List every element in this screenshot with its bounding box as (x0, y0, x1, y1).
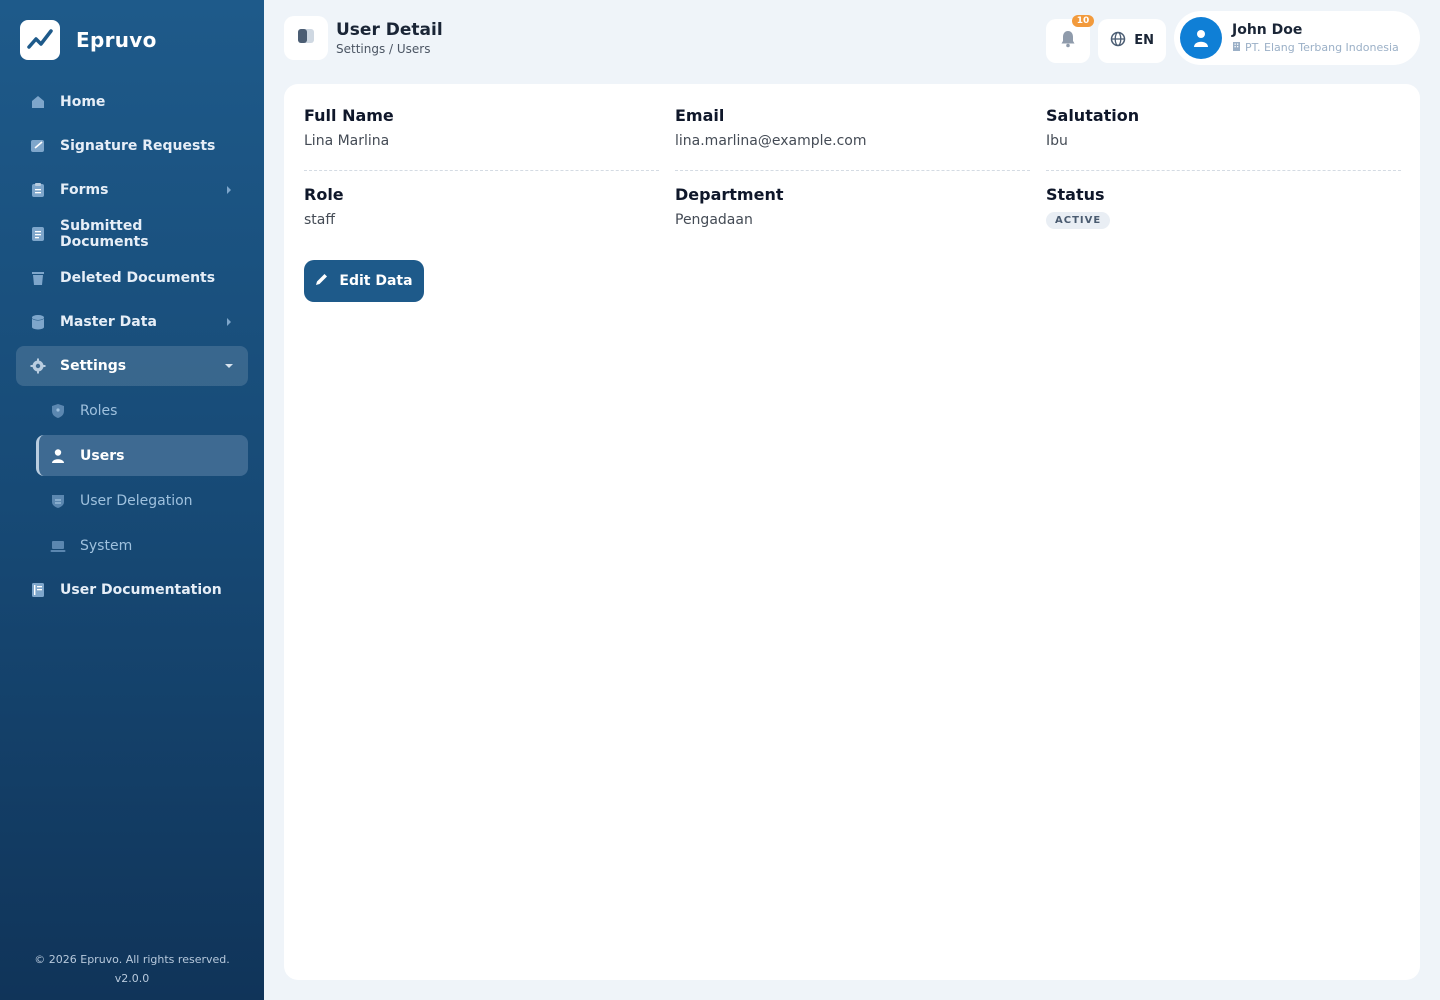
document-icon (30, 226, 46, 242)
sidebar-item-label: Users (80, 447, 125, 464)
sidebar-item-label: Settings (60, 358, 127, 374)
sidebar-item-forms[interactable]: Forms (16, 170, 248, 210)
sidebar-footer: © 2026 Epruvo. All rights reserved. v2.0… (0, 950, 264, 988)
sidebar-item-label: User Documentation (60, 582, 222, 598)
language-label: EN (1134, 33, 1154, 48)
user-menu[interactable]: John Doe PT. Elang Terbang Indonesia (1174, 11, 1420, 65)
sidebar-item-label: Master Data (60, 314, 157, 330)
sidebar: Epruvo Home Signature Requests Forms Sub… (0, 0, 264, 1000)
sidebar-item-home[interactable]: Home (16, 82, 248, 122)
sidebar-item-signature-requests[interactable]: Signature Requests (16, 126, 248, 166)
header-actions: 10 EN John Doe PT. Elang Terbang Indones… (1046, 11, 1420, 65)
sidebar-item-submitted-documents[interactable]: Submitted Documents (16, 214, 248, 254)
bell-icon (1060, 30, 1076, 52)
field-department: Department Pengadaan (675, 183, 1030, 250)
building-icon (1232, 41, 1241, 54)
shield-icon (50, 403, 66, 419)
sidebar-item-deleted-documents[interactable]: Deleted Documents (16, 258, 248, 298)
delegation-icon (50, 493, 66, 509)
field-value: Pengadaan (675, 212, 753, 228)
sidebar-item-label: Deleted Documents (60, 270, 216, 286)
book-icon (30, 582, 46, 598)
field-role: Role staff (304, 183, 659, 250)
field-full-name: Full Name Lina Marlina (304, 104, 659, 171)
edit-data-label: Edit Data (339, 273, 413, 289)
sidebar-item-roles[interactable]: Roles (36, 390, 248, 431)
globe-icon (1110, 31, 1126, 51)
brand-name: Epruvo (76, 28, 157, 52)
sidebar-item-master-data[interactable]: Master Data (16, 302, 248, 342)
page-header: User Detail Settings / Users (284, 16, 443, 60)
sidebar-item-label: User Delegation (80, 492, 193, 509)
signature-icon (30, 138, 46, 154)
user-detail-grid: Full Name Lina Marlina Email lina.marlin… (304, 104, 1401, 262)
clipboard-icon (30, 182, 46, 198)
settings-submenu: Roles Users User Delegation System (36, 390, 248, 566)
version-text: v2.0.0 (114, 972, 150, 985)
field-salutation: Salutation Ibu (1046, 104, 1401, 171)
sidebar-toggle-button[interactable] (284, 16, 328, 60)
sidebar-item-label: Signature Requests (60, 138, 216, 154)
sidebar-toggle-icon (297, 28, 315, 48)
copyright-text: © 2026 Epruvo. All rights reserved. (34, 953, 230, 966)
chevron-down-icon (224, 361, 234, 371)
chevron-right-icon (224, 185, 234, 195)
field-label: Salutation (1046, 106, 1140, 125)
sidebar-item-settings[interactable]: Settings (16, 346, 248, 386)
chevron-right-icon (224, 317, 234, 327)
field-email: Email lina.marlina@example.com (675, 104, 1030, 171)
notifications-button[interactable]: 10 (1046, 14, 1095, 63)
user-organization-text: PT. Elang Terbang Indonesia (1245, 41, 1399, 54)
laptop-icon (50, 538, 66, 554)
sidebar-item-label: System (80, 537, 133, 554)
field-value: Ibu (1046, 133, 1068, 149)
gear-icon (30, 358, 46, 374)
page-title: User Detail (336, 20, 443, 40)
pencil-icon (315, 272, 329, 290)
status-badge: ACTIVE (1046, 212, 1111, 229)
database-icon (30, 314, 46, 330)
field-value: Lina Marlina (304, 133, 390, 149)
field-label: Department (675, 185, 784, 204)
breadcrumb[interactable]: Settings / Users (336, 42, 443, 56)
avatar (1180, 17, 1222, 59)
sidebar-item-user-documentation[interactable]: User Documentation (16, 570, 248, 610)
sidebar-item-label: Home (60, 94, 106, 110)
user-icon (50, 448, 66, 464)
language-switcher[interactable]: EN (1098, 18, 1166, 63)
sidebar-item-system[interactable]: System (36, 525, 248, 566)
sidebar-item-label: Submitted Documents (60, 218, 149, 250)
sidebar-item-users[interactable]: Users (36, 435, 248, 476)
field-value: lina.marlina@example.com (675, 133, 867, 149)
user-detail-card: Full Name Lina Marlina Email lina.marlin… (284, 84, 1420, 980)
brand[interactable]: Epruvo (20, 20, 157, 60)
sidebar-item-user-delegation[interactable]: User Delegation (36, 480, 248, 521)
sidebar-nav: Home Signature Requests Forms Submitted … (16, 82, 248, 614)
field-label: Email (675, 106, 725, 125)
sidebar-item-label: Roles (80, 402, 118, 419)
notification-count-badge: 10 (1071, 14, 1095, 27)
brand-logo-icon (20, 20, 60, 60)
user-name: John Doe (1232, 22, 1303, 38)
trash-icon (30, 270, 46, 286)
field-label: Full Name (304, 106, 394, 125)
user-organization: PT. Elang Terbang Indonesia (1232, 41, 1399, 54)
home-icon (30, 94, 46, 110)
sidebar-item-label: Forms (60, 182, 109, 198)
field-status: Status ACTIVE (1046, 183, 1401, 250)
edit-data-button[interactable]: Edit Data (304, 260, 424, 302)
field-label: Status (1046, 185, 1105, 204)
field-value: staff (304, 212, 336, 228)
field-label: Role (304, 185, 344, 204)
